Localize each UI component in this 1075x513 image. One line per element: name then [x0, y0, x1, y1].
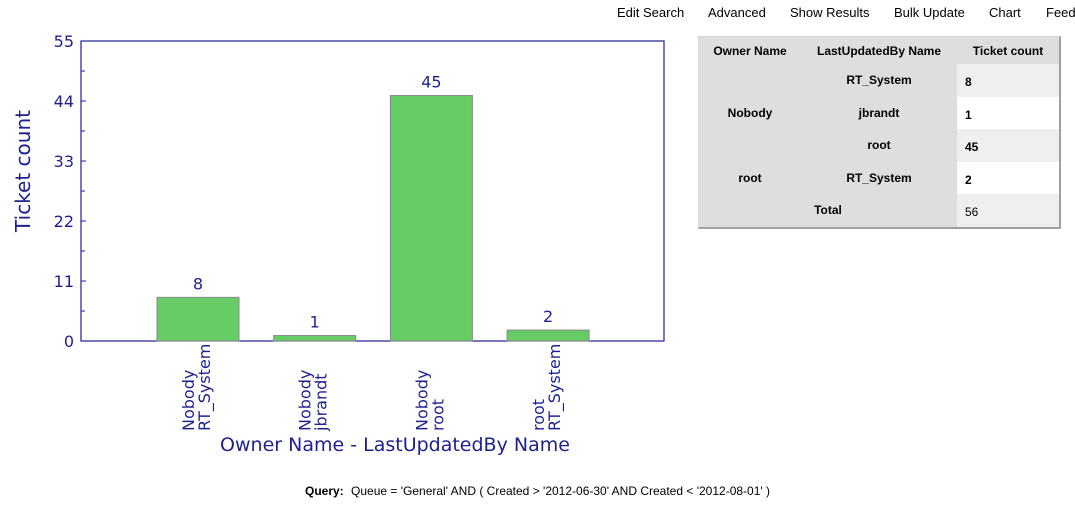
y-tick-label: 44	[54, 92, 74, 111]
y-tick-label: 22	[54, 212, 74, 231]
page-menu: Edit Search Advanced Show Results Bulk U…	[0, 5, 1075, 23]
column-header-updated-by: LastUpdatedBy Name	[816, 43, 942, 58]
bar	[506, 329, 590, 342]
bar	[156, 296, 240, 342]
bar-value-label: 2	[543, 307, 553, 326]
nav-show-results[interactable]: Show Results	[790, 5, 869, 20]
updated-by-cell: jbrandt	[858, 105, 900, 120]
x-tick-label-line: root	[428, 399, 447, 431]
query-line: Query: Queue = 'General' AND ( Created >…	[0, 484, 1075, 498]
y-axis-title: Ticket count	[11, 110, 35, 233]
x-axis-title: Owner Name - LastUpdatedBy Name	[220, 434, 570, 456]
y-tick-label: 55	[54, 32, 74, 51]
x-tick-label: rootRT_System	[529, 344, 565, 431]
updated-by-cell: root	[867, 138, 891, 153]
total-row: Total 56	[699, 194, 1059, 227]
nav-chart[interactable]: Chart	[989, 5, 1021, 20]
x-tick-label-line: RT_System	[195, 344, 215, 431]
bar	[273, 335, 357, 342]
table-row: Nobody RT_System 8	[699, 64, 1059, 120]
summary-table: Owner Name LastUpdatedBy Name Ticket cou…	[698, 36, 1061, 229]
x-tick-label-line: jbrandt	[312, 373, 331, 432]
table-row: root RT_System 2	[699, 161, 1059, 194]
x-tick-label-line: RT_System	[545, 344, 565, 431]
query-label: Query:	[304, 484, 344, 498]
updated-by-cell: RT_System	[846, 170, 912, 185]
count-cell: 8	[957, 64, 1059, 97]
query-text: Queue = 'General' AND ( Created > '2012-…	[351, 484, 771, 498]
nav-edit-search[interactable]: Edit Search	[617, 5, 684, 20]
bar-value-label: 1	[310, 313, 320, 332]
plot-area-frame	[80, 40, 665, 342]
nav-feed[interactable]: Feed	[1046, 5, 1075, 20]
x-tick-label: Nobodyjbrandt	[296, 370, 331, 432]
count-cell: 1	[957, 96, 1059, 129]
total-label: Total	[814, 203, 842, 218]
total-value: 56	[957, 194, 1059, 227]
y-tick-label: 0	[64, 332, 74, 351]
y-tick-label: 11	[54, 272, 74, 291]
nav-bulk-update[interactable]: Bulk Update	[894, 5, 965, 20]
x-tick-label: NobodyRT_System	[179, 344, 215, 431]
bar-value-label: 45	[421, 73, 441, 92]
nav-advanced[interactable]: Advanced	[708, 5, 766, 20]
bar	[389, 95, 473, 342]
owner-cell: Nobody	[727, 105, 773, 120]
bar-chart: 0 11 22 33 44 55 8 1 45 2 NobodyRT_System Nobodyj…	[11, 32, 665, 456]
count-cell: 2	[957, 161, 1059, 194]
column-header-owner: Owner Name	[713, 43, 787, 58]
y-tick-label: 33	[54, 152, 74, 171]
owner-cell: root	[738, 170, 762, 185]
bar-value-label: 8	[193, 274, 203, 293]
updated-by-cell: RT_System	[846, 73, 912, 88]
x-tick-label: Nobodyroot	[412, 370, 447, 431]
column-header-ticket-count: Ticket count	[972, 43, 1044, 58]
count-cell: 45	[957, 129, 1059, 162]
